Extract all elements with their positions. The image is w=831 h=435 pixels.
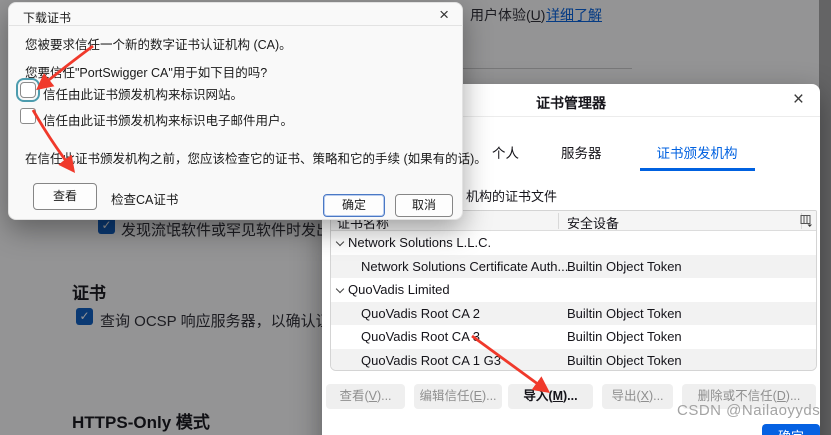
trust-email-label: 信任由此证书颁发机构来标识电子邮件用户。	[43, 114, 294, 128]
import-button[interactable]: 导入(M)...	[508, 384, 593, 409]
ok-button[interactable]: 确定	[762, 424, 820, 435]
column-header-device[interactable]: 安全设备	[567, 213, 619, 232]
certificates-table: 证书名称 安全设备 Network Solutions L.L.C. Netwo…	[330, 210, 817, 371]
chevron-down-icon[interactable]	[337, 239, 344, 246]
view-ca-button[interactable]: 查看	[33, 183, 97, 210]
cert-device: Builtin Object Token	[567, 305, 682, 321]
table-row[interactable]: QuoVadis Limited	[331, 278, 816, 302]
close-icon[interactable]: ×	[793, 88, 804, 112]
cert-name: Network Solutions Certificate Auth...	[361, 258, 569, 274]
cert-device: Builtin Object Token	[567, 352, 682, 368]
cert-device: Builtin Object Token	[567, 329, 682, 344]
examine-ca-label: 检查CA证书	[111, 193, 179, 207]
tab-servers[interactable]: 服务器	[557, 142, 606, 171]
trust-email-checkbox[interactable]	[20, 108, 36, 124]
cancel-button[interactable]: 取消	[395, 194, 453, 217]
screenshot-root: 用户体验(U) 详细了解 ✓ 发现流氓软件或罕见软件时发出警告 证书 ✓ 查询 …	[0, 0, 831, 435]
close-icon[interactable]: ×	[439, 5, 449, 25]
title-divider	[9, 25, 462, 26]
column-separator[interactable]	[558, 213, 559, 229]
trust-websites-label: 信任由此证书颁发机构来标识网站。	[43, 88, 244, 102]
view-button[interactable]: 查看(V)...	[326, 384, 405, 409]
cert-name: QuoVadis Root CA 3	[361, 329, 480, 344]
edit-trust-button[interactable]: 编辑信任(E)...	[414, 384, 502, 409]
export-button[interactable]: 导出(X)...	[602, 384, 673, 409]
trust-websites-checkbox[interactable]	[16, 78, 40, 102]
tab-personal[interactable]: 个人	[488, 142, 523, 171]
download-certificate-dialog: 下载证书 × 您被要求信任一个新的数字证书认证机构 (CA)。 您要信任"Por…	[8, 2, 487, 220]
question-text: 您要信任"PortSwigger CA"用于如下目的吗?	[25, 66, 268, 80]
cert-group-name: Network Solutions L.L.C.	[348, 235, 492, 250]
chevron-down-icon[interactable]	[337, 286, 344, 293]
certificate-manager-tabs: 个人 服务器 证书颁发机构	[488, 142, 755, 171]
table-row[interactable]: QuoVadis Root CA 2 Builtin Object Token	[331, 301, 816, 325]
download-certificate-title: 下载证书	[23, 11, 72, 25]
intro-text: 您被要求信任一个新的数字证书认证机构 (CA)。	[25, 38, 292, 52]
column-picker-icon[interactable]	[800, 214, 813, 227]
delete-distrust-button[interactable]: 删除或不信任(D)...	[682, 384, 816, 409]
table-row[interactable]: Network Solutions Certificate Auth... Bu…	[331, 254, 816, 278]
table-row[interactable]: QuoVadis Root CA 3 Builtin Object Token	[331, 325, 816, 349]
ok-button[interactable]: 确定	[323, 194, 385, 217]
tab-authorities[interactable]: 证书颁发机构	[639, 142, 755, 171]
cert-name: QuoVadis Root CA 1 G3	[361, 352, 501, 368]
authorities-caption: 机构的证书文件	[466, 189, 558, 204]
table-row[interactable]: QuoVadis Root CA 1 G3 Builtin Object Tok…	[331, 348, 816, 370]
cert-name: QuoVadis Root CA 2	[361, 305, 480, 321]
advice-text: 在信任此证书颁发机构之前，您应该检查它的证书、策略和它的手续 (如果有的话)。	[25, 152, 487, 166]
cert-group-name: QuoVadis Limited	[348, 282, 450, 297]
table-row[interactable]: Network Solutions L.L.C.	[331, 231, 816, 255]
cert-device: Builtin Object Token	[567, 258, 682, 274]
